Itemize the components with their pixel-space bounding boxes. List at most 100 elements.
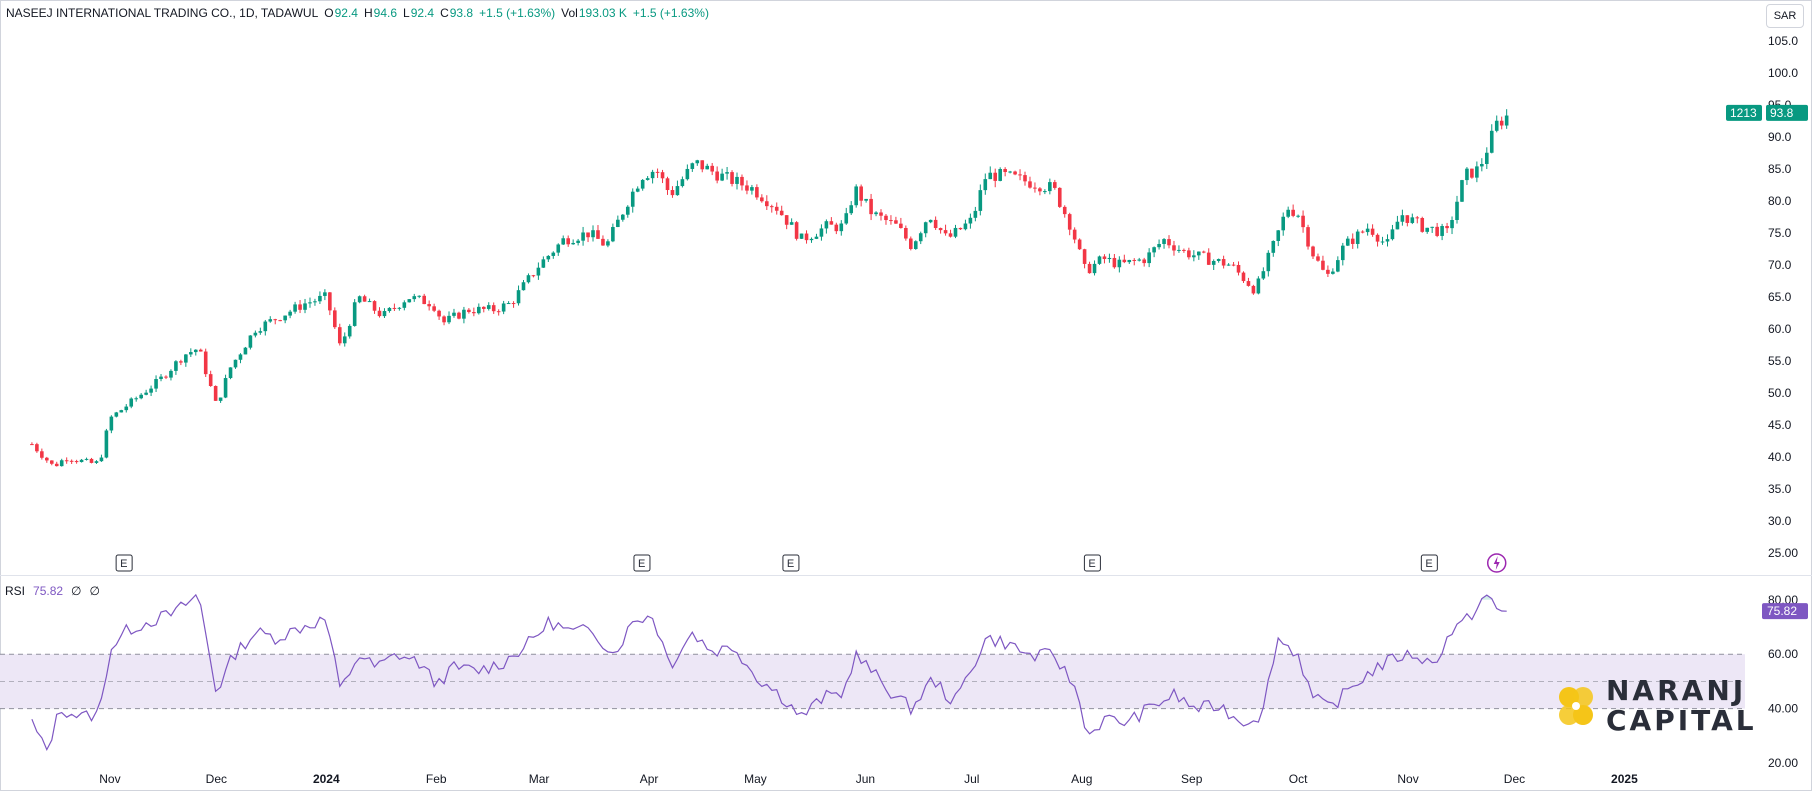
candle-body: [382, 311, 387, 317]
candle-body: [1286, 209, 1290, 217]
candle-body: [1127, 259, 1132, 263]
candle-body: [635, 188, 640, 192]
price-axis-tick-label: 80.0: [1768, 194, 1792, 208]
rsi-label: RSI: [5, 584, 26, 598]
candle-body: [35, 444, 39, 452]
candle-body: [546, 255, 551, 260]
candle-body: [789, 222, 794, 225]
candle-body: [531, 275, 536, 277]
candle-body: [412, 296, 417, 300]
candle-body: [988, 172, 993, 180]
candle-body: [1504, 115, 1509, 126]
candle-body: [203, 351, 208, 375]
price-axis-tick-label: 25.00: [1768, 546, 1798, 560]
open-value: 92.4: [334, 6, 358, 20]
candle-body: [1430, 226, 1434, 228]
candle-body: [213, 385, 218, 401]
candle-body: [1291, 209, 1295, 216]
candle-body: [536, 267, 541, 276]
candle-body: [99, 457, 104, 462]
candle-body: [521, 282, 526, 291]
candle-body: [1326, 269, 1330, 274]
candle-body: [74, 461, 79, 463]
logo-text: NARANJ CAPITAL: [1606, 676, 1757, 736]
volume-value: 193.03 K: [578, 6, 627, 20]
candle-body: [1057, 187, 1062, 207]
time-axis-tick-label: Jul: [964, 772, 979, 786]
candle-body: [427, 304, 431, 307]
chart-canvas[interactable]: 105.0100.095.090.085.080.075.070.065.060…: [0, 0, 1812, 791]
candle-body: [1395, 221, 1400, 230]
symbol-title[interactable]: NASEEJ INTERNATIONAL TRADING CO., 1D, TA…: [6, 6, 318, 20]
candle-body: [417, 295, 422, 297]
candle-body: [1494, 120, 1499, 131]
time-axis-tick-label: May: [744, 772, 767, 786]
rsi-header[interactable]: RSI 75.82 ∅ ∅: [5, 584, 100, 598]
candle-body: [1216, 259, 1221, 261]
time-axis-tick-label: Dec: [1504, 772, 1525, 786]
open-label: O: [324, 6, 334, 20]
candle-body: [839, 223, 844, 232]
candle-body: [765, 201, 769, 207]
high-label: H: [363, 6, 373, 20]
candle-body: [1355, 231, 1360, 244]
candle-body: [983, 179, 988, 191]
candle-body: [407, 299, 412, 303]
price-axis-tick-label: 40.0: [1768, 450, 1792, 464]
candle-body: [849, 205, 854, 214]
candle-body: [948, 233, 953, 237]
candle-body: [278, 320, 282, 322]
candle-body: [640, 179, 645, 189]
candle-body: [993, 172, 998, 181]
candle-body: [670, 190, 675, 196]
candle-body: [506, 303, 511, 305]
candle-body: [1221, 259, 1226, 266]
candle-body: [288, 311, 292, 316]
price-axis-tick-label: 85.0: [1768, 162, 1792, 176]
candle-body: [263, 321, 268, 332]
time-axis-tick-label: 2025: [1611, 772, 1638, 786]
price-axis-tick-label: 60.0: [1768, 322, 1792, 336]
candle-body: [114, 412, 119, 417]
logo-line-1: NARANJ: [1606, 674, 1747, 707]
candle-body: [1092, 263, 1097, 274]
currency-button[interactable]: SAR: [1766, 4, 1804, 28]
candle-body: [601, 238, 605, 246]
candle-body: [462, 309, 466, 319]
candle-body: [193, 349, 198, 353]
candle-body: [1236, 264, 1241, 273]
candle-body: [486, 305, 491, 309]
countdown-label: 1213: [1730, 106, 1757, 120]
candle-body: [387, 307, 392, 312]
candle-body: [1475, 166, 1479, 178]
high-value: 94.6: [373, 6, 398, 20]
candle-body: [819, 228, 824, 237]
candle-body: [1043, 191, 1047, 193]
earnings-marker-label: E: [1088, 558, 1095, 570]
candle-body: [347, 325, 352, 337]
candle-body: [268, 319, 273, 322]
candle-body: [30, 444, 34, 446]
price-axis-tick-label: 55.0: [1768, 354, 1792, 368]
candle-body: [303, 303, 307, 310]
candle-body: [496, 311, 501, 313]
close-label: C: [440, 6, 449, 20]
price-axis-tick-label: 30.0: [1768, 514, 1792, 528]
candle-body: [333, 310, 337, 328]
candle-body: [1301, 215, 1305, 228]
price-axis-tick-label: 90.0: [1768, 130, 1792, 144]
earnings-marker-label: E: [787, 558, 794, 570]
price-axis-tick-label: 105.0: [1768, 34, 1798, 48]
candle-body: [1340, 245, 1345, 261]
candle-body: [953, 227, 958, 237]
rsi-input-2: ∅: [89, 584, 100, 598]
candle-body: [124, 406, 129, 411]
price-axis-tick-label: 45.0: [1768, 418, 1792, 432]
candle-body: [1465, 168, 1469, 181]
candle-body: [879, 212, 883, 216]
volume-change: +1.5 (+1.63%): [632, 6, 709, 20]
candle-body: [64, 460, 69, 462]
candle-body: [481, 306, 486, 309]
candle-body: [1246, 281, 1251, 286]
candle-body: [904, 227, 908, 239]
